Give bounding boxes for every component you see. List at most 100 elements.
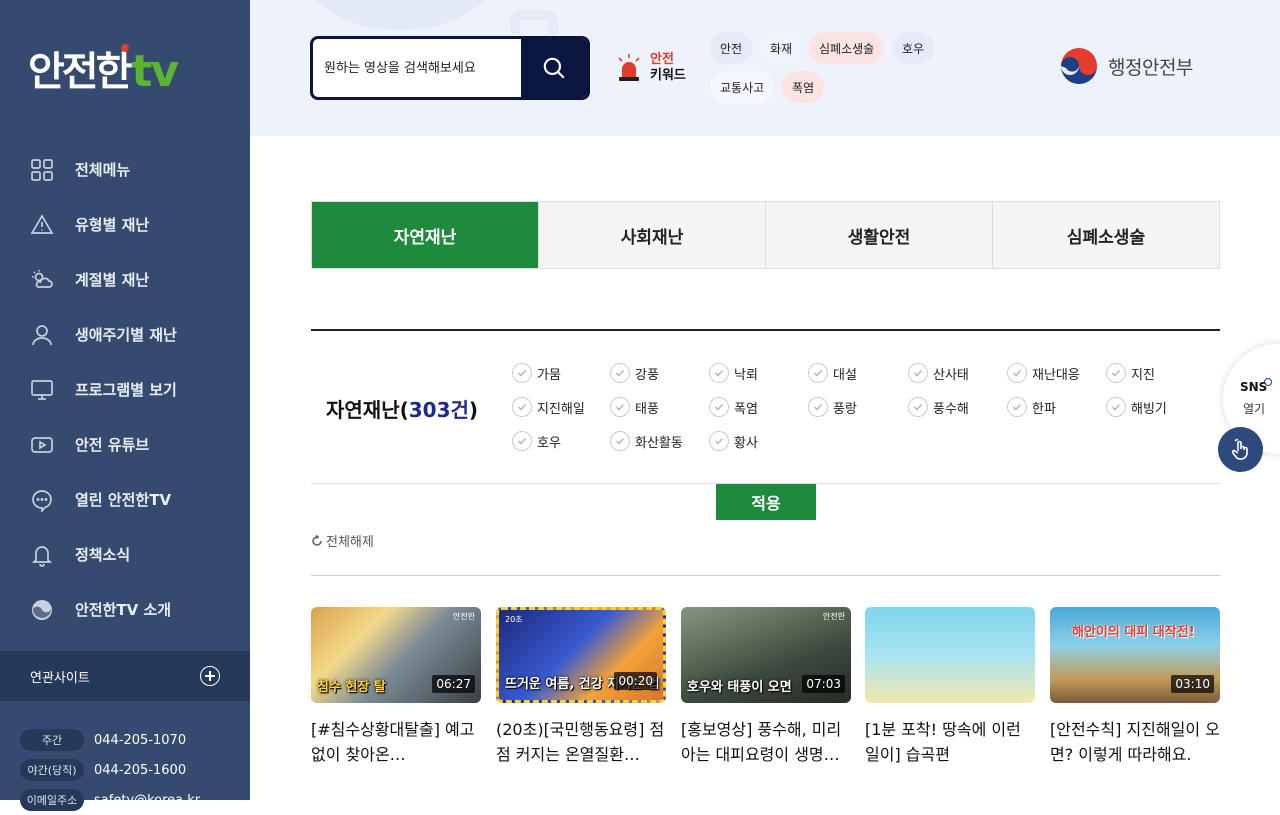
- touch-hand-button[interactable]: [1218, 427, 1263, 472]
- search-box: [310, 36, 590, 100]
- sidebar-nav: 전체메뉴 유형별 재난 계절별 재난 생애주기별 재난 프로그램별 보기 안전 …: [0, 142, 250, 637]
- filter-checkbox[interactable]: 풍수해: [908, 396, 969, 418]
- sidebar-item-label: 전체메뉴: [75, 161, 131, 179]
- filter-option-label: 풍랑: [833, 401, 857, 417]
- video-card[interactable]: 20초 뜨거운 여름, 건강 지키는 법 00:20 (20초)[국민행동요령]…: [496, 607, 666, 767]
- check-icon[interactable]: [808, 397, 828, 417]
- contact-tag: 주간: [20, 729, 84, 751]
- video-card[interactable]: [1분 포착! 땅속에 이런일이] 습곡편: [865, 607, 1035, 767]
- video-thumbnail[interactable]: [865, 607, 1035, 703]
- search-button[interactable]: [521, 39, 587, 97]
- check-icon[interactable]: [1106, 397, 1126, 417]
- filter-checkbox[interactable]: 낙뢰: [709, 362, 758, 384]
- filter-checkbox[interactable]: 황사: [709, 430, 758, 452]
- sidebar-item-disaster-type[interactable]: 유형별 재난: [0, 197, 250, 252]
- sidebar-item-label: 열린 안전한TV: [75, 491, 172, 509]
- sidebar-item-youtube[interactable]: 안전 유튜브: [0, 417, 250, 472]
- filter-checkbox[interactable]: 폭염: [709, 396, 758, 418]
- check-icon[interactable]: [512, 431, 532, 451]
- filter-checkbox[interactable]: 풍랑: [808, 396, 857, 418]
- filter-checkbox[interactable]: 대설: [808, 362, 857, 384]
- check-icon[interactable]: [1007, 397, 1027, 417]
- check-icon[interactable]: [908, 363, 928, 383]
- related-sites[interactable]: 연관사이트: [0, 651, 250, 701]
- filter-checkbox[interactable]: 산사태: [908, 362, 969, 384]
- sidebar-item-about[interactable]: 안전한TV 소개: [0, 582, 250, 637]
- video-title[interactable]: [안전수칙] 지진해일이 오면? 이렇게 따라해요.: [1050, 717, 1220, 767]
- filter-checkbox[interactable]: 지진: [1106, 362, 1155, 384]
- reset-all-button[interactable]: 전체해제: [311, 531, 374, 550]
- check-icon[interactable]: [610, 431, 630, 451]
- ministry-logo[interactable]: 행정안전부: [1060, 47, 1193, 85]
- tab-cpr[interactable]: 심폐소생술: [992, 202, 1219, 268]
- check-icon[interactable]: [709, 397, 729, 417]
- keyword-label-top: 안전: [650, 52, 674, 67]
- search-icon: [543, 57, 565, 79]
- check-icon[interactable]: [1106, 363, 1126, 383]
- keyword-chip[interactable]: 폭염: [782, 71, 825, 103]
- keyword-chip[interactable]: 심폐소생술: [809, 32, 885, 64]
- check-icon[interactable]: [610, 397, 630, 417]
- keyword-chip[interactable]: 화재: [760, 32, 803, 64]
- sidebar-item-policy[interactable]: 정책소식: [0, 527, 250, 582]
- video-thumbnail[interactable]: 안전한 호우와 태풍이 오면 07:03: [681, 607, 851, 703]
- video-duration: 03:10: [1171, 675, 1214, 693]
- apply-button[interactable]: 적용: [716, 484, 816, 520]
- sidebar-item-program[interactable]: 프로그램별 보기: [0, 362, 250, 417]
- filter-checkbox[interactable]: 가뭄: [512, 362, 561, 384]
- check-icon[interactable]: [709, 431, 729, 451]
- filter-checkbox[interactable]: 강풍: [610, 362, 659, 384]
- filter-checkbox[interactable]: 호우: [512, 430, 561, 452]
- video-duration: 07:03: [802, 675, 845, 693]
- keyword-chip[interactable]: 안전: [710, 32, 753, 64]
- video-card[interactable]: 안전한 침수 현장 탈 06:27 [#침수상황대탈출] 예고없이 찾아온…: [311, 607, 481, 767]
- plus-icon[interactable]: [200, 666, 220, 686]
- category-tabs: 자연재난 사회재난 생활안전 심폐소생술: [311, 201, 1220, 269]
- filter-option-label: 낙뢰: [734, 367, 758, 383]
- sidebar-item-all-menu[interactable]: 전체메뉴: [0, 142, 250, 197]
- check-icon[interactable]: [512, 397, 532, 417]
- keyword-chip[interactable]: 교통사고: [710, 71, 775, 103]
- siren-icon: [618, 54, 640, 81]
- filter-checkbox[interactable]: 재난대응: [1007, 362, 1080, 384]
- tab-natural-disaster[interactable]: 자연재난: [312, 202, 538, 268]
- check-icon[interactable]: [1007, 363, 1027, 383]
- video-thumbnail[interactable]: 20초 뜨거운 여름, 건강 지키는 법 00:20: [496, 607, 666, 703]
- contact-value[interactable]: safety@korea.kr: [94, 793, 200, 808]
- video-title[interactable]: (20초)[국민행동요령] 점점 커지는 온열질환…: [496, 717, 666, 767]
- video-thumbnail[interactable]: 안전한 침수 현장 탈 06:27: [311, 607, 481, 703]
- sidebar-item-open-tv[interactable]: 열린 안전한TV: [0, 472, 250, 527]
- video-thumbnail[interactable]: 해안이의 대피 대작전! 03:10: [1050, 607, 1220, 703]
- bell-icon: [30, 543, 54, 567]
- filter-checkbox[interactable]: 해빙기: [1106, 396, 1167, 418]
- filter-checkbox[interactable]: 화산활동: [610, 430, 683, 452]
- filter-checkbox[interactable]: 태풍: [610, 396, 659, 418]
- check-icon[interactable]: [808, 363, 828, 383]
- sidebar-item-lifecycle[interactable]: 생애주기별 재난: [0, 307, 250, 362]
- check-icon[interactable]: [709, 363, 729, 383]
- video-title[interactable]: [홍보영상] 풍수해, 미리 아는 대피요령이 생명…: [681, 717, 851, 767]
- video-title[interactable]: [#침수상황대탈출] 예고없이 찾아온…: [311, 717, 481, 767]
- thumbnail-badge: 안전한: [452, 612, 475, 621]
- contact-info: 주간 044-205-1070 야간(당직) 044-205-1600 이메일주…: [20, 725, 200, 815]
- check-icon[interactable]: [908, 397, 928, 417]
- video-duration: 00:20: [614, 672, 657, 690]
- video-card[interactable]: 해안이의 대피 대작전! 03:10 [안전수칙] 지진해일이 오면? 이렇게 …: [1050, 607, 1220, 767]
- contact-value: 044-205-1600: [94, 762, 187, 778]
- filter-checkbox[interactable]: 한파: [1007, 396, 1056, 418]
- sns-ring-icon: [1264, 378, 1272, 386]
- sidebar-item-season[interactable]: 계절별 재난: [0, 252, 250, 307]
- check-icon[interactable]: [512, 363, 532, 383]
- video-card[interactable]: 안전한 호우와 태풍이 오면 07:03 [홍보영상] 풍수해, 미리 아는 대…: [681, 607, 851, 767]
- sidebar-item-label: 안전 유튜브: [75, 436, 150, 454]
- tab-social-disaster[interactable]: 사회재난: [538, 202, 765, 268]
- filter-option-label: 가뭄: [537, 367, 561, 383]
- tab-daily-safety[interactable]: 생활안전: [765, 202, 992, 268]
- search-input[interactable]: [313, 39, 523, 97]
- filter-checkbox[interactable]: 지진해일: [512, 396, 585, 418]
- site-logo[interactable]: 안전한 tv: [28, 40, 179, 100]
- filter-option-label: 화산활동: [635, 435, 683, 451]
- keyword-chip[interactable]: 호우: [892, 32, 935, 64]
- video-title[interactable]: [1분 포착! 땅속에 이런일이] 습곡편: [865, 717, 1035, 767]
- check-icon[interactable]: [610, 363, 630, 383]
